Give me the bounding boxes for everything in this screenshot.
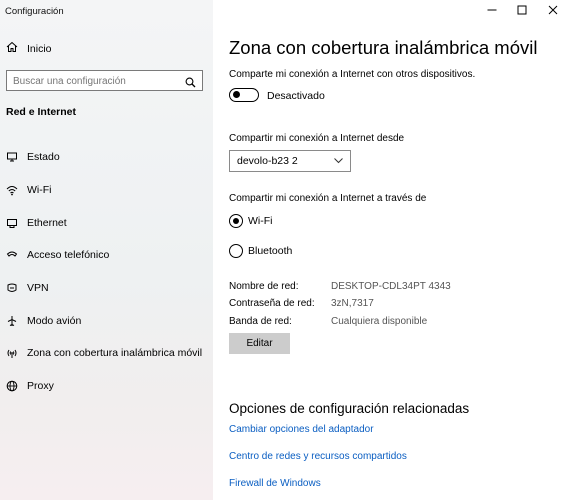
sidebar-item-ethernet[interactable]: Ethernet	[0, 206, 213, 239]
app-title: Configuración	[5, 6, 64, 17]
airplane-icon	[6, 315, 18, 327]
link-network-center[interactable]: Centro de redes y recursos compartidos	[229, 451, 407, 462]
sidebar-item-label: Acceso telefónico	[27, 249, 110, 262]
sidebar-item-estado[interactable]: Estado	[0, 141, 213, 174]
page-title: Zona con cobertura inalámbrica móvil	[229, 37, 538, 58]
sidebar-item-label: Ethernet	[27, 216, 67, 229]
minimize-icon	[487, 2, 497, 20]
radio-bluetooth[interactable]	[229, 244, 243, 258]
close-icon	[548, 2, 558, 20]
home-nav-item[interactable]: Inicio	[6, 41, 52, 57]
radio-selected-dot	[232, 217, 239, 224]
sidebar-item-airplane[interactable]: Modo avión	[0, 304, 213, 337]
section-title: Red e Internet	[6, 106, 77, 118]
radio-wifi[interactable]	[229, 214, 243, 228]
sidebar-item-hotspot[interactable]: Zona con cobertura inalámbrica móvil	[0, 337, 213, 370]
close-button[interactable]	[537, 0, 569, 22]
radio-wifi-label: Wi-Fi	[248, 215, 273, 227]
toggle-knob	[233, 91, 240, 98]
maximize-icon	[517, 2, 527, 20]
sidebar-item-label: Wi-Fi	[27, 184, 52, 197]
sidebar-item-label: Proxy	[27, 380, 54, 393]
sidebar-item-label: Zona con cobertura inalámbrica móvil	[27, 347, 203, 360]
password-value: 3zN,7317	[331, 298, 374, 309]
sidebar-item-proxy[interactable]: Proxy	[0, 370, 213, 403]
link-adapter-options[interactable]: Cambiar opciones del adaptador	[229, 424, 374, 435]
search-box[interactable]	[6, 70, 203, 91]
link-windows-firewall[interactable]: Firewall de Windows	[229, 478, 321, 489]
dialup-icon	[6, 249, 18, 261]
password-label: Contraseña de red:	[229, 298, 315, 309]
minimize-button[interactable]	[476, 0, 508, 22]
share-from-label: Compartir mi conexión a Internet desde	[229, 133, 405, 144]
sidebar-item-wifi[interactable]: Wi-Fi	[0, 174, 213, 207]
proxy-globe-icon	[6, 380, 18, 392]
sidebar: Configuración Inicio Red e Internet Esta…	[0, 0, 213, 500]
vpn-icon	[6, 282, 18, 294]
sidebar-item-label: Modo avión	[27, 314, 82, 327]
sidebar-item-label: Estado	[27, 151, 60, 164]
hotspot-icon	[6, 347, 18, 359]
chevron-down-icon	[333, 155, 344, 169]
share-from-value: devolo-b23 2	[237, 155, 298, 167]
status-globe-icon	[6, 151, 18, 163]
sidebar-nav: Estado Wi-Fi Ethernet Acceso telefónico …	[0, 141, 213, 403]
sidebar-item-vpn[interactable]: VPN	[0, 272, 213, 305]
wifi-icon	[6, 184, 18, 196]
related-settings-title: Opciones de configuración relacionadas	[229, 401, 470, 416]
home-icon	[6, 40, 18, 58]
edit-button[interactable]: Editar	[229, 333, 290, 354]
network-name-label: Nombre de red:	[229, 281, 299, 292]
radio-bluetooth-label: Bluetooth	[248, 245, 293, 257]
search-icon[interactable]	[185, 75, 196, 93]
search-input[interactable]	[7, 72, 177, 91]
toggle-state-label: Desactivado	[267, 90, 325, 102]
band-label: Banda de red:	[229, 316, 292, 327]
share-description: Comparte mi conexión a Internet con otro…	[229, 69, 476, 80]
hotspot-toggle[interactable]	[229, 88, 259, 102]
band-value: Cualquiera disponible	[331, 316, 428, 327]
maximize-button[interactable]	[506, 0, 538, 22]
home-label: Inicio	[27, 43, 52, 55]
sidebar-item-dialup[interactable]: Acceso telefónico	[0, 239, 213, 272]
sidebar-item-label: VPN	[27, 282, 49, 295]
network-name-value: DESKTOP-CDL34PT 4343	[331, 281, 451, 292]
share-from-dropdown[interactable]: devolo-b23 2	[229, 150, 351, 172]
ethernet-icon	[6, 217, 18, 229]
share-via-label: Compartir mi conexión a Internet a travé…	[229, 193, 427, 204]
